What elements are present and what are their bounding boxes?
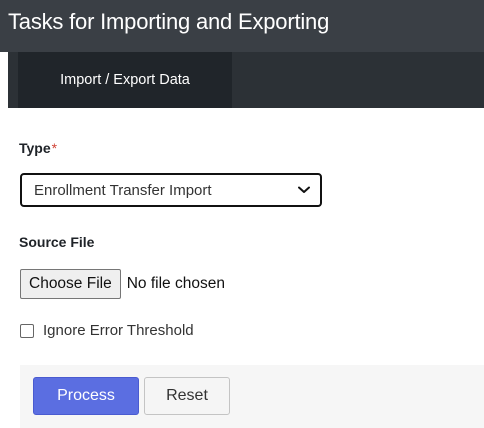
title-bar: Tasks for Importing and Exporting	[0, 0, 484, 52]
choose-file-button[interactable]: Choose File	[20, 269, 121, 299]
ignore-error-threshold-option[interactable]: Ignore Error Threshold	[20, 322, 194, 339]
ignore-error-threshold-checkbox[interactable]	[20, 323, 34, 338]
required-marker: *	[51, 140, 58, 156]
action-footer: Process Reset	[20, 365, 484, 428]
source-file-label: Source File	[19, 234, 95, 250]
chevron-down-icon	[298, 186, 310, 193]
ignore-error-threshold-label[interactable]: Ignore Error Threshold	[43, 322, 194, 339]
type-select[interactable]: Enrollment Transfer Import	[20, 173, 322, 207]
reset-button[interactable]: Reset	[144, 377, 230, 415]
file-input: Choose File No file chosen	[20, 269, 225, 299]
type-select-value: Enrollment Transfer Import	[34, 181, 212, 199]
type-label: Type*	[19, 140, 57, 156]
file-status-text: No file chosen	[126, 275, 225, 292]
process-button[interactable]: Process	[33, 377, 139, 415]
page-title: Tasks for Importing and Exporting	[8, 9, 330, 34]
type-label-text: Type	[19, 140, 51, 156]
tab-import-export-data[interactable]: Import / Export Data	[18, 52, 232, 108]
tab-strip: Import / Export Data	[8, 52, 484, 108]
